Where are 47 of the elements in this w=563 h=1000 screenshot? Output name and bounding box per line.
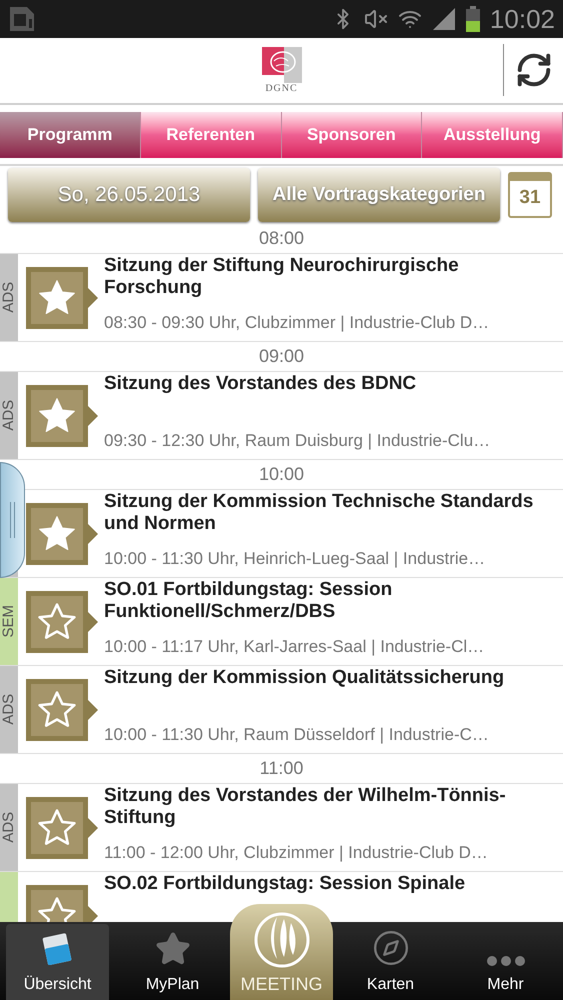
session-details: 10:00 - 11:17 Uhr, Karl-Jarres-Saal | Industrie-Cl… <box>104 636 486 658</box>
time-heading: 10:00 <box>258 463 304 486</box>
category-tag: SEM <box>0 578 18 665</box>
category-tag: ADS <box>0 784 18 871</box>
nav-tab[interactable]: MyPlan <box>121 924 224 1000</box>
category-tag: ADS <box>0 254 18 341</box>
battery-icon <box>466 6 480 32</box>
session-details: 11:00 - 12:00 Uhr, Clubzimmer | Industrie-Club D… <box>104 842 489 864</box>
session-title[interactable]: Sitzung der Stiftung Neurochirurgische Forschung <box>104 255 561 299</box>
tab[interactable]: Programm <box>0 112 141 158</box>
mute-icon <box>364 7 388 31</box>
time-heading: 08:00 <box>258 227 304 250</box>
session-details: 10:00 - 11:30 Uhr, Raum Düsseldorf | Industrie-C… <box>104 724 490 746</box>
star-icon <box>154 931 190 967</box>
sim-card-icon <box>8 5 36 33</box>
time-heading: 09:00 <box>258 345 304 368</box>
session-title[interactable]: SO.02 Fortbildungstag: Session Spinale <box>104 873 561 895</box>
star-toggle[interactable] <box>26 502 98 564</box>
star-toggle[interactable] <box>26 590 98 652</box>
card-icon <box>40 931 74 967</box>
brain-logo-icon <box>262 47 302 83</box>
star-toggle[interactable] <box>26 384 98 446</box>
signal-icon <box>432 7 456 31</box>
session-details: 10:00 - 11:30 Uhr, Heinrich-Lueg-Saal | Industrie… <box>104 548 486 570</box>
nav-tab[interactable]: Karten <box>339 924 442 1000</box>
more-icon <box>486 955 526 967</box>
session-title[interactable]: SO.01 Fortbildungstag: Session Funktionell/Schmerz/DBS <box>104 579 561 623</box>
star-toggle[interactable] <box>26 266 98 328</box>
session-details: 08:30 - 09:30 Uhr, Clubzimmer | Industrie-Club D… <box>104 312 490 334</box>
drawer-handle[interactable] <box>0 462 25 578</box>
logo-text: DGNC <box>265 83 298 94</box>
refresh-icon[interactable] <box>514 51 552 89</box>
session-title[interactable]: Sitzung der Kommission Qualitätssicherung <box>104 667 561 689</box>
session-title[interactable]: Sitzung des Vorstandes des BDNC <box>104 373 561 395</box>
calendar-button[interactable]: 31 <box>508 172 552 218</box>
compass-icon <box>372 929 410 967</box>
star-toggle[interactable] <box>26 678 98 740</box>
session-title[interactable]: Sitzung der Kommission Technische Standards und Normen <box>104 491 561 535</box>
category-tag: ADS <box>0 666 18 753</box>
nav-tab[interactable]: Mehr <box>454 924 557 1000</box>
star-toggle[interactable] <box>26 796 98 858</box>
clock-time: 10:02 <box>490 6 555 32</box>
time-heading: 11:00 <box>260 757 304 780</box>
category-tag: ADS <box>0 372 18 459</box>
session-details: 09:30 - 12:30 Uhr, Raum Duisburg | Industrie-Clu… <box>104 430 492 452</box>
session-title[interactable]: Sitzung des Vorstandes der Wilhelm-Tönnis-Stiftung <box>104 785 561 829</box>
nav-tab[interactable]: Übersicht <box>6 924 109 1000</box>
